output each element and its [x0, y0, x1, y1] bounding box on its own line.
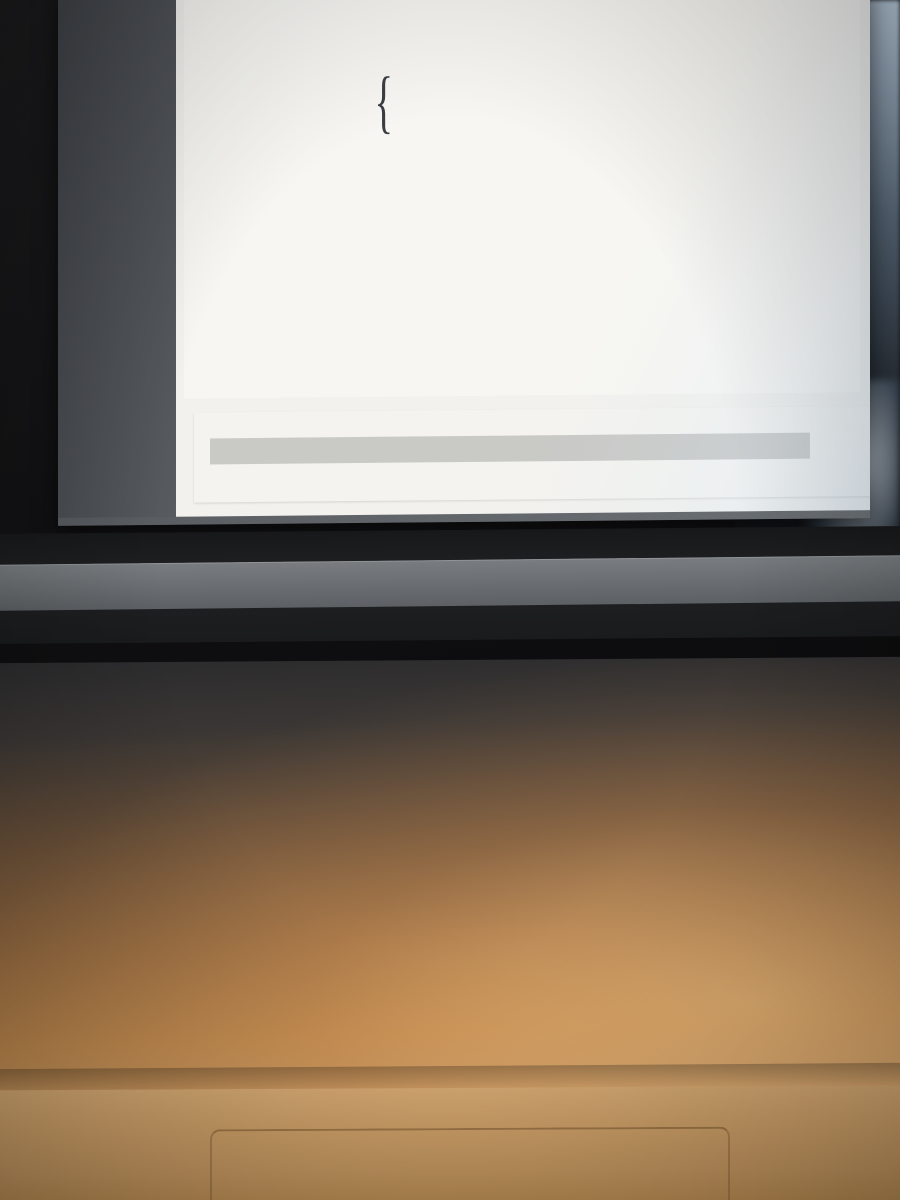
instruction-line-2 — [232, 179, 812, 185]
fraction — [395, 137, 399, 138]
part-panel — [194, 406, 870, 503]
question-instruction — [232, 179, 812, 185]
piecewise-row — [395, 52, 503, 83]
piecewise-row — [395, 122, 503, 153]
keyboard-light-reflection — [0, 656, 900, 1104]
macos-dock[interactable] — [0, 555, 900, 611]
screen-bezel-left — [58, 0, 178, 518]
piecewise-row — [395, 87, 503, 118]
instruction-line-1 — [232, 179, 812, 185]
fraction — [395, 67, 399, 68]
laptop-keyboard — [0, 656, 900, 1104]
part-progress-bar — [210, 432, 810, 465]
aleks-question-card: { — [184, 0, 860, 399]
piece-expression — [395, 102, 503, 103]
piecewise-function: { — [360, 48, 834, 153]
question-footer — [184, 386, 860, 392]
left-brace: { — [374, 63, 394, 141]
screen-content: { — [176, 0, 870, 517]
piece-expression — [395, 66, 503, 68]
photo-scene: { — [0, 0, 900, 1200]
trackpad[interactable] — [210, 1126, 730, 1200]
laptop-screen: { — [58, 0, 870, 526]
piece-expression — [395, 136, 503, 138]
piecewise-rows — [395, 52, 503, 153]
question-header — [216, 26, 834, 32]
